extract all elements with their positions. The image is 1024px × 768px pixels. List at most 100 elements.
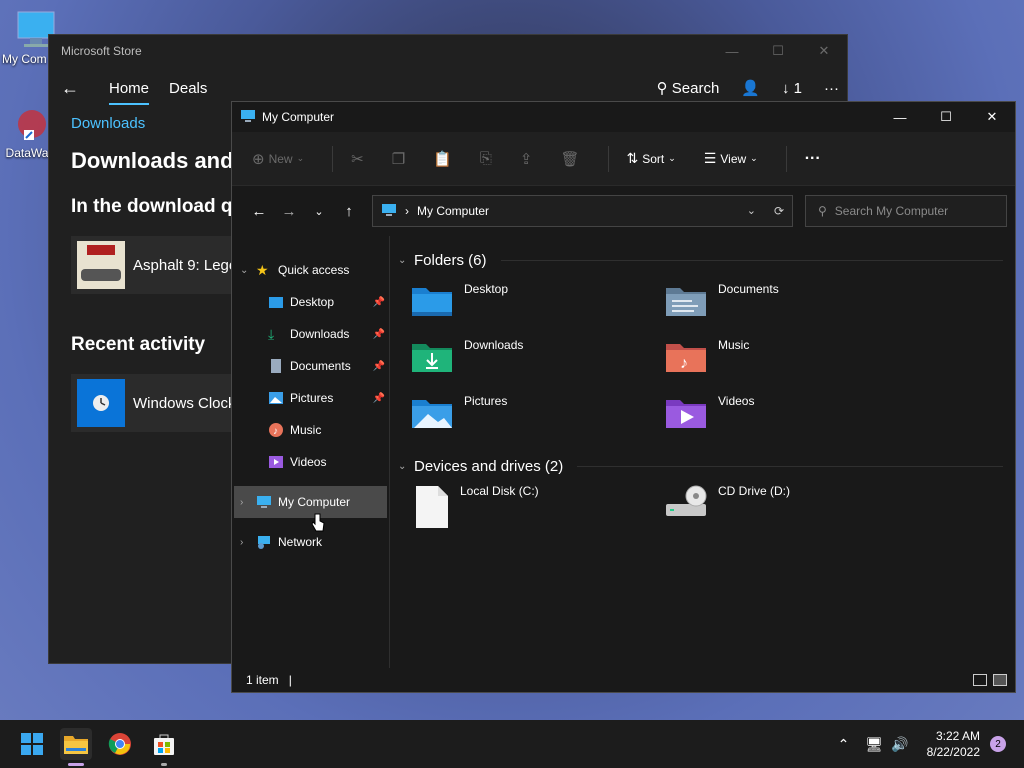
taskbar-file-explorer[interactable] [60,728,92,766]
maximize-icon[interactable]: ☐ [755,35,801,67]
folder-label: Music [718,338,750,352]
back-arrow-icon[interactable]: ← [244,203,274,220]
rename-icon[interactable]: ⎘ [480,150,492,167]
running-indicator [161,763,167,766]
sidebar-item-videos[interactable]: Videos [232,446,389,478]
downloads-count: 1 [793,79,802,97]
close-icon[interactable]: ✕ [969,102,1015,132]
folder-label: Documents [718,282,779,296]
folders-group-header[interactable]: ⌄ Folders (6) [398,248,1015,272]
copy-icon[interactable]: ❐ [392,150,405,168]
sidebar-item-pictures[interactable]: Pictures 📌 [232,382,389,414]
asphalt-thumbnail-icon [77,241,125,289]
chevron-down-icon: ⌄ [668,153,676,163]
explorer-titlebar[interactable]: My Computer — ☐ ✕ [232,102,1015,132]
folder-item-documents[interactable]: Documents [664,282,779,318]
search-input[interactable]: ⚲ Search My Computer [805,195,1007,227]
forward-arrow-icon[interactable]: → [274,203,304,220]
pictures-icon [268,390,284,406]
drives-group-header[interactable]: ⌄ Devices and drives (2) [398,454,1015,478]
cut-icon[interactable]: ✂ [351,150,364,168]
recent-locations-icon[interactable]: ⌄ [304,205,334,218]
chevron-up-icon[interactable]: ⌃ [838,736,850,753]
toolbar-divider [785,145,787,172]
videos-folder-icon [666,400,706,428]
downloads-folder-icon [412,344,452,372]
group-divider [500,259,1003,261]
sidebar-item-label: Documents [290,359,351,373]
drive-item-d[interactable]: CD Drive (D:) [664,484,790,520]
taskbar-microsoft-store[interactable] [148,728,180,766]
store-title: Microsoft Store [61,44,142,58]
store-window-controls: — ☐ ✕ [709,35,847,67]
paste-icon[interactable]: 📋 [433,150,452,168]
taskbar: ⌃ 🖥 🔊 3:22 AM 8/22/2022 2 [0,720,1024,768]
drive-item-c[interactable]: Local Disk (C:) [414,484,539,530]
clock[interactable]: 3:22 AM 8/22/2022 [927,728,980,760]
share-icon[interactable]: ⇪ [520,150,533,168]
folder-label: Pictures [464,394,508,408]
folder-label: Desktop [464,282,509,296]
chevron-down-icon[interactable]: ⌄ [240,265,256,276]
content-pane: ⌄ Folders (6) Desktop Documents Download… [390,236,1015,668]
sidebar-item-downloads[interactable]: ⤓ Downloads 📌 [232,318,389,350]
minimize-icon[interactable]: — [877,102,923,132]
folder-item-downloads[interactable]: Downloads [410,338,523,374]
sidebar-item-quick-access[interactable]: ⌄ ★ Quick access [232,254,389,286]
network-status-icon[interactable]: 🖥 [865,736,883,753]
notification-badge[interactable]: 2 [990,736,1006,752]
chevron-down-icon[interactable]: ⌄ [747,204,756,218]
view-button[interactable]: ☰ View ⌄ [704,150,758,167]
delete-icon[interactable]: 🗑 [560,150,579,168]
close-icon[interactable]: ✕ [801,35,847,67]
folder-item-videos[interactable]: Videos [664,394,754,430]
status-divider: | [288,673,292,687]
sidebar-item-documents[interactable]: Documents 📌 [232,350,389,382]
store-search-button[interactable]: ⚲ Search [657,79,720,97]
explorer-window[interactable]: My Computer — ☐ ✕ ⊕ New ⌄ ✂ ❐ 📋 ⎘ ⇪ 🗑 ⇅ … [231,101,1016,693]
chevron-right-icon[interactable]: › [240,537,256,548]
windows-logo-icon [21,733,43,755]
address-bar[interactable]: › My Computer ⌄ ⟳ [372,195,793,227]
chevron-right-icon[interactable]: › [240,497,256,508]
drives-grid: Local Disk (C:) CD Drive (D:) [398,478,1015,538]
new-button[interactable]: ⊕ New ⌄ [252,150,304,168]
start-button[interactable] [16,728,48,760]
svg-text:♪: ♪ [273,426,278,437]
volume-icon[interactable]: 🔊 [891,736,908,753]
account-icon[interactable]: 👤 [741,79,760,97]
details-view-icon[interactable] [973,674,987,686]
sidebar-item-music[interactable]: ♪ Music [232,414,389,446]
music-folder-icon: ♪ [666,344,706,372]
chevron-down-icon: ⌄ [398,460,407,472]
address-row: ← → ⌄ ↑ › My Computer ⌄ ⟳ ⚲ Search My Co… [232,186,1015,236]
disk-icon [416,486,448,528]
status-text: 1 item [246,673,279,687]
search-placeholder: Search My Computer [834,204,949,218]
large-icons-view-icon[interactable] [993,674,1007,686]
address-actions: ⌄ ⟳ [747,204,784,218]
folder-label: Downloads [464,338,524,352]
more-options-icon[interactable]: ··· [824,80,839,97]
sort-button[interactable]: ⇅ Sort ⌄ [627,150,676,167]
tab-deals[interactable]: Deals [169,72,207,105]
folder-item-music[interactable]: ♪ Music [664,338,749,374]
tab-home[interactable]: Home [109,72,150,105]
downloads-button[interactable]: ↓ 1 [782,80,802,97]
up-arrow-icon[interactable]: ↑ [334,203,364,220]
group-title: Devices and drives (2) [414,457,564,475]
pin-icon: 📌 [372,296,385,308]
pictures-folder-icon [412,400,452,428]
back-arrow-icon[interactable]: ← [49,78,89,99]
sidebar-item-desktop[interactable]: Desktop 📌 [232,286,389,318]
taskbar-chrome[interactable] [104,728,136,760]
minimize-icon[interactable]: — [709,35,755,67]
cd-drive-icon [666,485,707,516]
search-label: Search [671,80,720,97]
folder-item-desktop[interactable]: Desktop [410,282,508,318]
maximize-icon[interactable]: ☐ [923,102,969,132]
computer-icon [381,203,397,220]
folder-item-pictures[interactable]: Pictures [410,394,507,430]
refresh-icon[interactable]: ⟳ [774,204,784,218]
more-options-icon[interactable]: ··· [805,150,821,168]
